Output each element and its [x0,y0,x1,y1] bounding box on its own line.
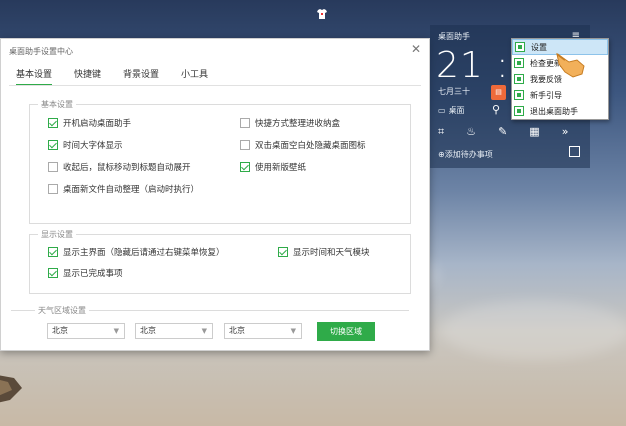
menu-item-label: 退出桌面助手 [530,106,578,116]
checkbox-show-completed[interactable]: 显示已完成事项 [48,267,123,279]
search-icon[interactable]: ⚲ [492,103,500,116]
checkbox-label: 时间大字体显示 [63,141,123,151]
update-icon [514,58,524,68]
checkbox-auto-organize[interactable]: 桌面新文件自动整理（启动时执行） [48,183,199,195]
menu-item-label: 设置 [531,42,547,52]
checkbox-label: 快捷方式整理进收纳盒 [255,119,341,129]
chevron-down-icon: ▼ [201,327,207,335]
checkbox-label: 收起后，鼠标移动到标题自动展开 [63,163,191,173]
select-value: 北京 [52,326,68,335]
group-title: 天气区域设置 [35,305,89,316]
tab-tools[interactable]: 小工具 [181,67,208,86]
checkbox-label: 开机启动桌面助手 [63,119,132,129]
fire-icon[interactable]: ♨ [466,125,476,139]
monitor-icon: ▭ [438,106,446,115]
basic-settings-group: 基本设置 开机启动桌面助手 快捷方式整理进收纳盒 时间大字体显示 双击桌面空白处… [29,99,411,224]
checkbox-box[interactable] [48,247,58,257]
checkbox-show-main[interactable]: 显示主界面（隐藏后请通过右键菜单恢复） [48,246,225,258]
checkbox-box[interactable] [240,162,250,172]
switch-region-button[interactable]: 切换区域 [317,322,375,341]
hand-pointer-icon [556,52,585,78]
widget-title: 桌面助手 [438,32,470,41]
province-select[interactable]: 北京 ▼ [47,323,125,339]
checkbox-box[interactable] [48,162,58,172]
crop-icon[interactable]: ⌗ [438,125,444,139]
tab-divider [9,85,421,86]
checkbox-large-time[interactable]: 时间大字体显示 [48,139,123,151]
guide-icon [514,90,524,100]
close-icon[interactable]: ✕ [409,42,423,56]
checkbox-doubleclick-hide[interactable]: 双击桌面空白处隐藏桌面图标 [240,139,366,151]
background-cloud [440,300,626,360]
feedback-icon [514,74,524,84]
checkbox-label: 显示主界面（隐藏后请通过右键菜单恢复） [63,248,225,258]
exit-icon [514,106,524,116]
background-rock-image [0,375,22,403]
checkbox-label: 双击桌面空白处隐藏桌面图标 [255,141,366,151]
select-value: 北京 [140,326,156,335]
desktop-tab[interactable]: ▭ 桌面 [438,105,465,116]
add-todo-button[interactable]: ⊕添加待办事项 [438,149,493,160]
calculator-icon[interactable]: ▦ [529,125,539,139]
menu-item-exit[interactable]: 退出桌面助手 [512,103,608,119]
tab-shortcuts[interactable]: 快捷键 [74,67,101,86]
checkbox-box[interactable] [48,268,58,278]
more-icon[interactable]: » [562,125,569,139]
checkbox-label: 桌面新文件自动整理（启动时执行） [63,185,200,195]
checkbox-box[interactable] [240,140,250,150]
todo-label: 添加待办事项 [444,150,493,159]
chevron-down-icon: ▼ [113,327,119,335]
checkbox-shortcut-box[interactable]: 快捷方式整理进收纳盒 [240,117,340,129]
select-value: 北京 [229,326,245,335]
checkbox-new-wallpaper[interactable]: 使用新版壁纸 [240,161,306,173]
widget-toolbar: ⌗ ♨ ✎ ▦ » [438,125,568,139]
group-title: 基本设置 [38,99,76,110]
widget-date: 七月三十 [438,87,470,96]
menu-item-label: 新手引导 [530,90,562,100]
checkbox-show-time-weather[interactable]: 显示时间和天气模块 [278,246,370,258]
tab-bar: 基本设置 快捷键 背景设置 小工具 [16,67,230,86]
edit-icon[interactable]: ✎ [498,125,507,139]
tab-basic-settings[interactable]: 基本设置 [16,67,53,86]
checkbox-box[interactable] [278,247,288,257]
calendar-icon[interactable]: ▤ [491,85,506,100]
group-title: 显示设置 [38,229,76,240]
menu-item-guide[interactable]: 新手引导 [512,87,608,103]
checkbox-label: 显示时间和天气模块 [293,248,370,258]
qrcode-icon[interactable] [569,146,580,157]
checkbox-autostart[interactable]: 开机启动桌面助手 [48,117,131,129]
district-select[interactable]: 北京 ▼ [224,323,302,339]
tab-background[interactable]: 背景设置 [123,67,159,86]
weather-region-group: 天气区域设置 北京 ▼ 北京 ▼ 北京 ▼ 切换区域 [11,305,409,348]
dialog-title: 桌面助手设置中心 [9,47,73,56]
checkbox-label: 使用新版壁纸 [255,163,307,173]
plus-circle-icon: ⊕ [438,150,445,159]
tshirt-icon[interactable] [316,8,328,20]
checkbox-box[interactable] [240,118,250,128]
desktop-label: 桌面 [448,106,465,115]
checkbox-label: 显示已完成事项 [63,269,123,279]
checkbox-auto-expand[interactable]: 收起后，鼠标移动到标题自动展开 [48,161,191,173]
checkbox-box[interactable] [48,140,58,150]
settings-icon [515,42,525,52]
city-select[interactable]: 北京 ▼ [135,323,213,339]
checkbox-box[interactable] [48,118,58,128]
settings-dialog: 桌面助手设置中心 ✕ 基本设置 快捷键 背景设置 小工具 基本设置 开机启动桌面… [0,38,430,351]
display-settings-group: 显示设置 显示主界面（隐藏后请通过右键菜单恢复） 显示时间和天气模块 显示已完成… [29,229,411,294]
checkbox-box[interactable] [48,184,58,194]
chevron-down-icon: ▼ [290,327,296,335]
